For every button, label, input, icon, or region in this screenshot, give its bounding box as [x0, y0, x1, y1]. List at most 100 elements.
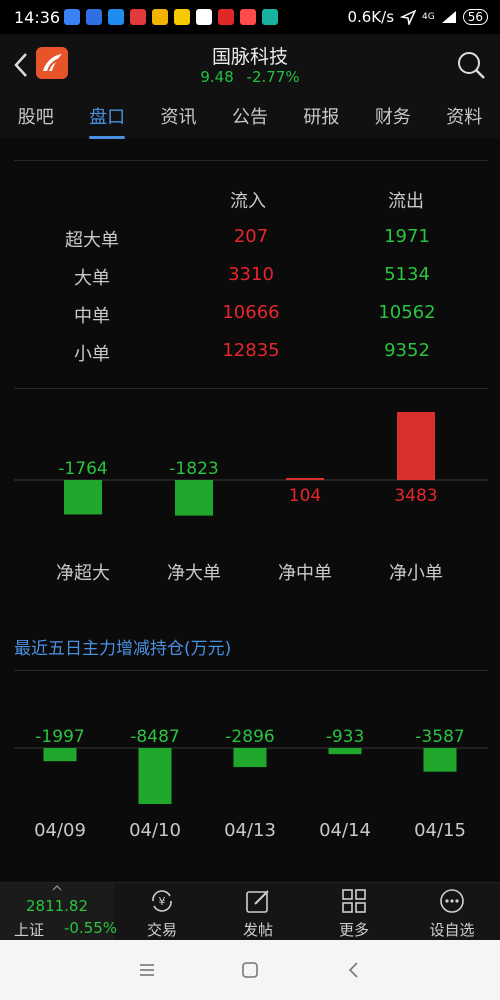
- app-notification-icon: [218, 9, 234, 25]
- net-flow-chart: -1764 净超大 -1823 净大单 104 净中单 3483 净小单: [14, 412, 488, 584]
- category-label: 净超大: [56, 563, 110, 584]
- more-dots-icon: [440, 889, 464, 913]
- app-notification-icon: [152, 9, 168, 25]
- app-notification-icon: [174, 9, 190, 25]
- caret-up-icon: [52, 885, 62, 891]
- category-label: 净中单: [278, 563, 332, 584]
- inflow-small: 12835: [222, 340, 280, 361]
- row-label-large: 大单: [74, 268, 110, 289]
- bar: [286, 477, 324, 480]
- bar: [423, 748, 457, 772]
- divider: [14, 160, 488, 161]
- home-icon[interactable]: [241, 961, 259, 979]
- tab-bar: 股吧 盘口 资讯 公告 研报 财务 资料: [0, 94, 500, 139]
- data-label: 3483: [394, 486, 437, 506]
- data-label: -3587: [415, 727, 464, 747]
- tab-pankou[interactable]: 盘口: [85, 103, 129, 139]
- grid-icon: [342, 889, 366, 913]
- tab-announcements[interactable]: 公告: [228, 103, 272, 129]
- inflow-super-large: 207: [233, 226, 269, 247]
- bar: [233, 748, 267, 768]
- category-label: 净大单: [167, 563, 221, 584]
- bar: [138, 748, 172, 804]
- outflow-large: 5134: [384, 264, 430, 285]
- nav-add-watchlist[interactable]: 设自选: [404, 883, 500, 941]
- row-label-small: 小单: [74, 344, 110, 365]
- index-change: -0.55%: [64, 919, 118, 937]
- nav-trade[interactable]: ¥ 交易: [114, 883, 210, 941]
- tab-news[interactable]: 资讯: [157, 103, 201, 129]
- back-nav-icon[interactable]: [346, 961, 362, 979]
- data-label: -8487: [130, 727, 179, 747]
- outflow-medium: 10562: [378, 302, 436, 323]
- divider: [14, 670, 488, 671]
- stock-quote: 9.48 -2.77%: [0, 68, 500, 86]
- tab-research[interactable]: 研报: [299, 103, 343, 129]
- nav-more-label: 更多: [338, 921, 369, 939]
- bar: [397, 412, 435, 480]
- app-notification-icon: [196, 9, 212, 25]
- compose-icon: [246, 890, 269, 913]
- stock-change-pct: -2.77%: [246, 68, 300, 86]
- bar: [64, 480, 102, 515]
- stock-price: 9.48: [200, 68, 234, 86]
- data-label: -1764: [58, 459, 107, 479]
- inflow-large: 3310: [228, 264, 274, 285]
- network-speed: 0.6K/s: [347, 8, 395, 26]
- column-header-outflow: 流出: [388, 191, 424, 212]
- tab-finance[interactable]: 财务: [371, 103, 415, 129]
- app-notification-icon: [108, 9, 124, 25]
- svg-text:¥: ¥: [159, 895, 166, 908]
- category-label: 04/14: [319, 820, 371, 841]
- app-notification-icon: [130, 9, 146, 25]
- data-label: -1823: [169, 459, 218, 479]
- section-title: 最近五日主力增减持仓(万元): [14, 639, 232, 659]
- bottom-nav: 2811.82 上证 -0.55% ¥ 交易 发帖 更多 设自选: [0, 882, 500, 941]
- category-label: 04/13: [224, 820, 276, 841]
- row-label-super-large: 超大单: [65, 230, 119, 251]
- notification-icons: [64, 9, 278, 25]
- search-icon: [458, 52, 485, 79]
- category-label: 04/09: [34, 820, 86, 841]
- category-label: 净小单: [389, 563, 443, 584]
- outflow-super-large: 1971: [384, 226, 430, 247]
- nav-compose-label: 发帖: [242, 921, 273, 939]
- index-value: 2811.82: [25, 897, 89, 915]
- search-button[interactable]: [456, 50, 486, 80]
- outflow-small: 9352: [384, 340, 430, 361]
- five-day-holding-chart: -1997 04/09 -8487 04/10 -2896 04/13 -933 04/14 -…: [14, 727, 488, 841]
- divider: [14, 388, 488, 389]
- bar: [175, 480, 213, 516]
- status-bar: 14:36 0.6K/s 4G 56: [0, 0, 500, 34]
- trade-icon: ¥: [152, 890, 172, 912]
- network-type: 4G: [422, 12, 435, 22]
- data-label: -2896: [225, 727, 274, 747]
- row-label-medium: 中单: [74, 306, 110, 327]
- nav-trade-label: 交易: [146, 921, 177, 939]
- index-ticker[interactable]: 2811.82 上证 -0.55%: [0, 883, 118, 941]
- menu-icon[interactable]: [138, 962, 156, 978]
- data-label: 104: [289, 486, 321, 506]
- battery-level: 56: [462, 9, 488, 25]
- stock-name: 国脉科技: [211, 46, 288, 68]
- location-icon: [400, 9, 417, 25]
- category-label: 04/15: [414, 820, 466, 841]
- category-label: 04/10: [129, 820, 181, 841]
- app-notification-icon: [86, 9, 102, 25]
- inflow-medium: 10666: [222, 302, 280, 323]
- status-right: 0.6K/s 4G 56: [347, 8, 488, 26]
- tab-guba[interactable]: 股吧: [14, 103, 58, 129]
- index-name: 上证: [14, 921, 45, 939]
- stock-header: 国脉科技 9.48 -2.77%: [0, 34, 500, 94]
- nav-more[interactable]: 更多: [306, 883, 402, 941]
- tab-profile[interactable]: 资料: [442, 103, 486, 129]
- system-nav-bar: [0, 940, 500, 1000]
- bar: [43, 748, 77, 762]
- app-notification-icon: [262, 9, 278, 25]
- app-notification-icon: [64, 9, 80, 25]
- app-notification-icon: [240, 9, 256, 25]
- signal-icon: [441, 11, 456, 23]
- column-header-inflow: 流入: [230, 191, 266, 212]
- data-label: -933: [326, 727, 365, 747]
- nav-compose[interactable]: 发帖: [210, 883, 306, 941]
